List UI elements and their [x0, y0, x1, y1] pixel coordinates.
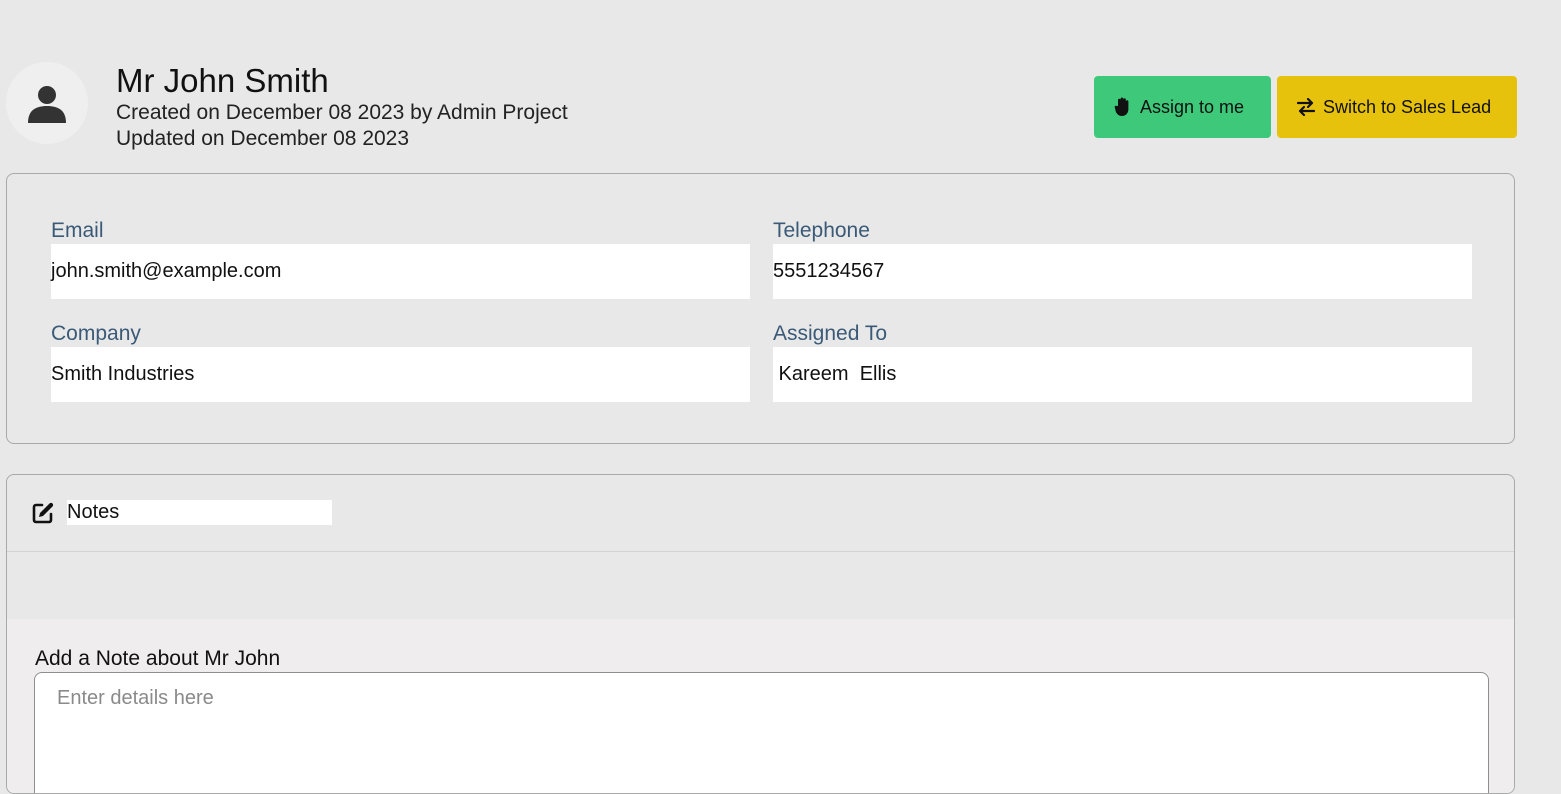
note-textarea[interactable] [34, 672, 1489, 793]
company-label: Company [51, 322, 141, 345]
avatar [6, 62, 88, 144]
page-title: Mr John Smith [116, 62, 329, 99]
telephone-label: Telephone [773, 219, 870, 242]
notes-title: Notes [67, 500, 332, 525]
notes-header: Notes [7, 475, 1514, 552]
switch-button-label: Switch to Sales Lead [1323, 96, 1492, 117]
add-note-section: Add a Note about Mr John [7, 619, 1514, 793]
user-icon [28, 86, 66, 123]
add-note-label: Add a Note about Mr John [35, 647, 281, 670]
switch-to-sales-lead-button[interactable]: Switch to Sales Lead [1277, 76, 1517, 138]
email-field[interactable]: john.smith@example.com [51, 244, 750, 299]
edit-icon [32, 502, 54, 524]
contact-info-card: Email john.smith@example.com Telephone 5… [6, 173, 1515, 444]
assigned-to-label: Assigned To [773, 322, 888, 345]
created-info: Created on December 08 2023 by Admin Pro… [116, 101, 568, 124]
swap-arrows-icon [1297, 98, 1315, 116]
lead-header: Mr John Smith Created on December 08 202… [6, 62, 1517, 154]
hand-icon [1114, 97, 1129, 116]
assigned-to-field[interactable]: Kareem Ellis [773, 347, 1472, 402]
email-label: Email [51, 219, 104, 242]
assign-to-me-button[interactable]: Assign to me [1094, 76, 1271, 138]
telephone-field[interactable]: 5551234567 [773, 244, 1472, 299]
lead-title-block: Mr John Smith Created on December 08 202… [116, 62, 568, 152]
assign-button-label: Assign to me [1140, 96, 1245, 117]
updated-info: Updated on December 08 2023 [116, 127, 410, 150]
company-field[interactable]: Smith Industries [51, 347, 750, 402]
notes-card: Notes Add a Note about Mr John [6, 474, 1515, 794]
